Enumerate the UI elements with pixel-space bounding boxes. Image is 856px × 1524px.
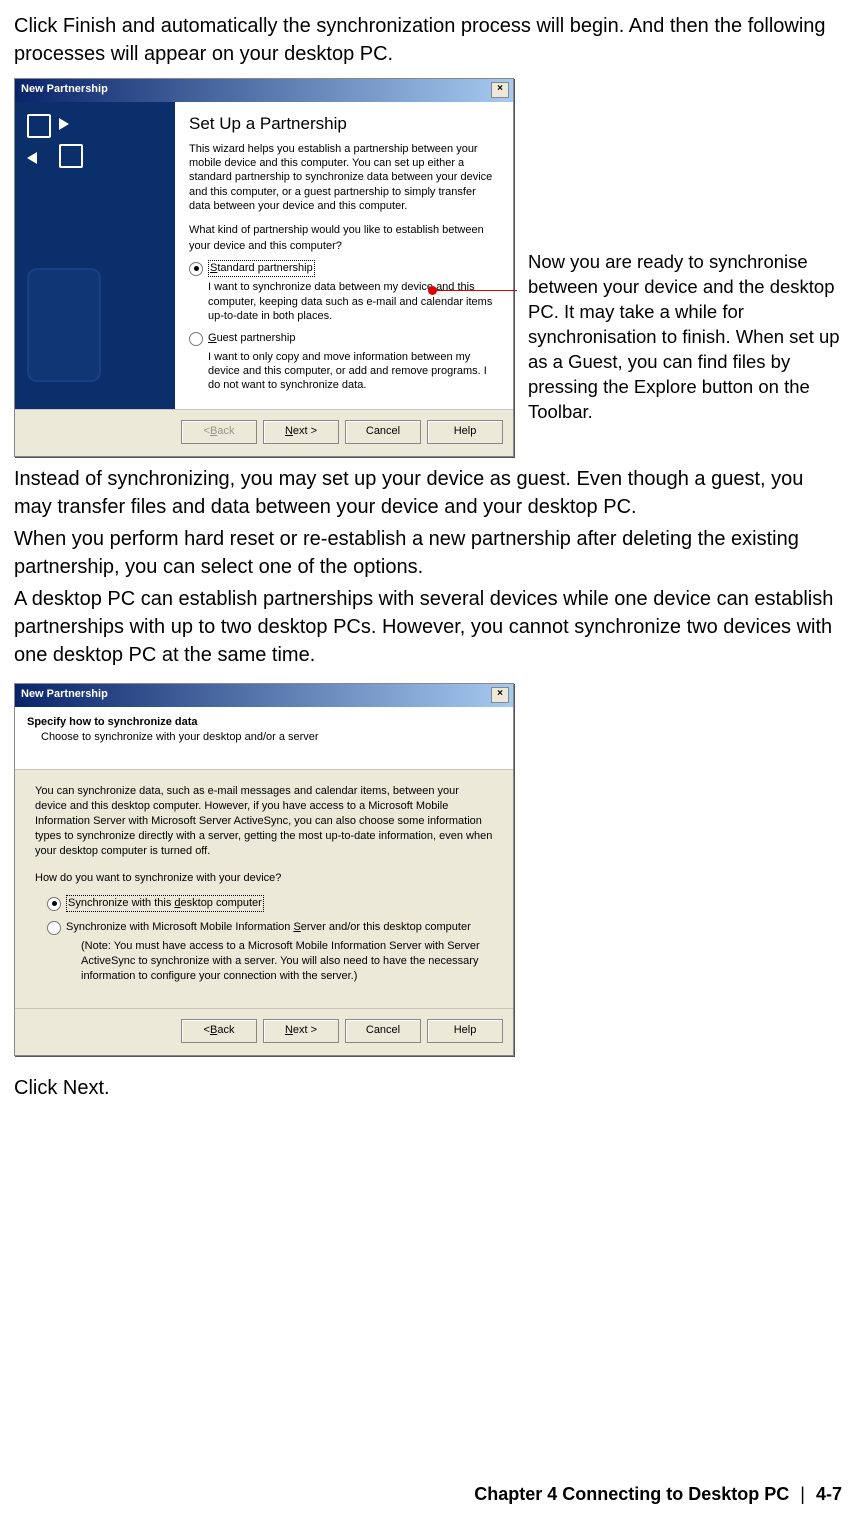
wizard-sidebar	[15, 102, 175, 409]
wizard-description: You can synchronize data, such as e-mail…	[35, 784, 493, 858]
callout-text: Now you are ready to synchronise between…	[528, 250, 842, 425]
device-silhouette-icon	[27, 268, 101, 382]
sync-devices-icon	[27, 114, 91, 168]
footer-chapter: Chapter 4 Connecting to Desktop PC	[474, 1484, 789, 1504]
dialog-title: New Partnership	[21, 687, 108, 702]
body-paragraph-4: A desktop PC can establish partnerships …	[14, 585, 842, 669]
wizard-question: How do you want to synchronize with your…	[35, 871, 493, 886]
dialog-new-partnership-setup: New Partnership × Set Up a Partnership T…	[14, 78, 514, 457]
radio-sync-server-note: (Note: You must have access to a Microso…	[81, 939, 493, 984]
dialog-specify-sync: New Partnership × Specify how to synchro…	[14, 683, 514, 1056]
dialog-titlebar: New Partnership ×	[15, 79, 513, 102]
radio-sync-server[interactable]: Synchronize with Microsoft Mobile Inform…	[47, 920, 493, 935]
close-icon[interactable]: ×	[491, 82, 509, 98]
help-button[interactable]: Help	[427, 1019, 503, 1043]
cancel-button[interactable]: Cancel	[345, 420, 421, 444]
radio-standard-partnership[interactable]: Standard partnership	[189, 260, 499, 277]
dialog-titlebar: New Partnership ×	[15, 684, 513, 707]
radio-label: tandard partnership	[217, 262, 312, 274]
next-button[interactable]: Next >	[263, 1019, 339, 1043]
radio-label: uest partnership	[217, 332, 296, 344]
body-paragraph-2: Instead of synchronizing, you may set up…	[14, 465, 842, 521]
page-footer: Chapter 4 Connecting to Desktop PC | 4-7	[14, 1482, 856, 1507]
wizard-subheading: Choose to synchronize with your desktop …	[41, 730, 501, 745]
next-button[interactable]: Next >	[263, 420, 339, 444]
footer-page-number: 4-7	[816, 1484, 842, 1504]
radio-sync-desktop[interactable]: Synchronize with this desktop computer	[47, 895, 493, 912]
body-paragraph-3: When you perform hard reset or re-establ…	[14, 525, 842, 581]
cancel-button[interactable]: Cancel	[345, 1019, 421, 1043]
callout-line	[432, 290, 517, 291]
radio-guest-description: I want to only copy and move information…	[208, 350, 499, 393]
intro-paragraph-1: Click Finish and automatically the synch…	[14, 12, 842, 68]
close-icon[interactable]: ×	[491, 687, 509, 703]
wizard-question: What kind of partnership would you like …	[189, 223, 499, 254]
wizard-description: This wizard helps you establish a partne…	[189, 142, 499, 213]
wizard-heading: Specify how to synchronize data	[27, 715, 501, 730]
dialog-title: New Partnership	[21, 82, 108, 97]
radio-guest-partnership[interactable]: Guest partnership	[189, 331, 499, 346]
help-button[interactable]: Help	[427, 420, 503, 444]
back-button[interactable]: < Back	[181, 1019, 257, 1043]
wizard-heading: Set Up a Partnership	[189, 112, 499, 136]
radio-standard-description: I want to synchronize data between my de…	[208, 280, 499, 323]
body-paragraph-5: Click Next.	[14, 1074, 842, 1102]
back-button: < Back	[181, 420, 257, 444]
